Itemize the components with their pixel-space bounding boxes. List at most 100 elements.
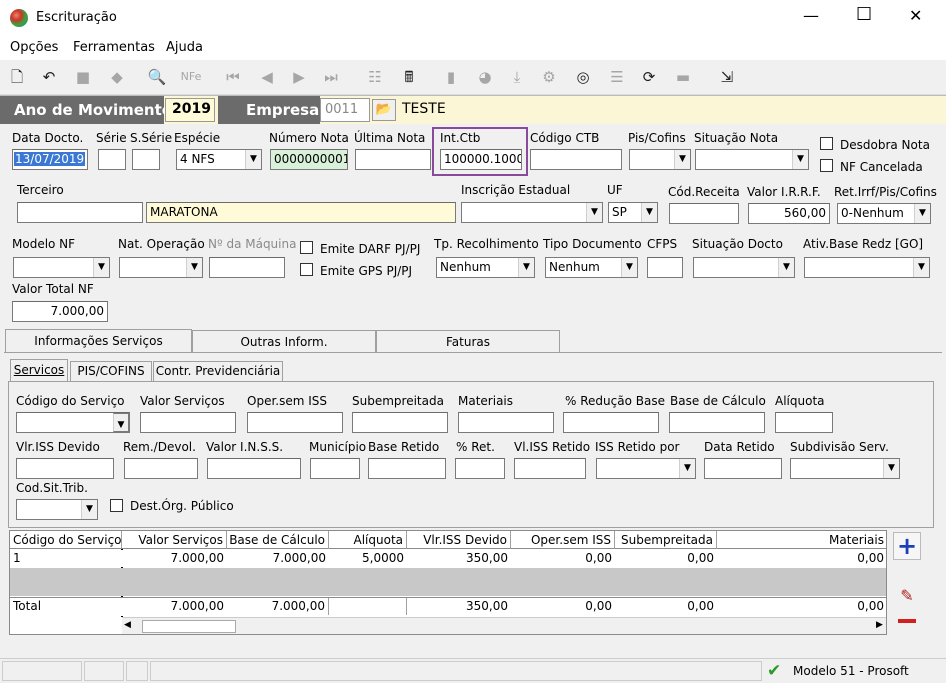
empresa-code-input[interactable]: 0011 <box>320 98 370 122</box>
previous-record-icon[interactable]: ◀ <box>256 66 278 88</box>
base-retido-input[interactable] <box>368 458 446 479</box>
valor-inss-input[interactable] <box>207 458 301 479</box>
maquina-input[interactable] <box>209 257 285 278</box>
codigo-servico-select[interactable]: ▼ <box>16 412 130 433</box>
terceiro-code-input[interactable] <box>17 202 143 223</box>
cfps-input[interactable] <box>647 257 683 278</box>
gear-icon[interactable]: ⚙ <box>538 66 560 88</box>
situacao-docto-select[interactable]: ▼ <box>693 257 795 278</box>
data-docto-input[interactable]: 13/07/2019 <box>12 149 88 170</box>
aliquota-input[interactable] <box>775 412 833 433</box>
edit-row-button[interactable]: ✎ <box>893 584 921 608</box>
valor-servicos-input[interactable] <box>140 412 236 433</box>
preview-icon[interactable]: 🔍 <box>146 66 168 88</box>
list-icon[interactable]: ☰ <box>606 66 628 88</box>
close-button[interactable]: ✕ <box>909 6 922 25</box>
cod-sit-trib-select[interactable]: ▼ <box>16 499 98 520</box>
scroll-right-icon[interactable]: ▶ <box>876 620 883 630</box>
nat-op-select[interactable]: ▼ <box>119 257 203 278</box>
ativ-select[interactable]: ▼ <box>804 257 930 278</box>
table-row[interactable]: 1 7.000,00 7.000,00 5,0000 350,00 0,00 0… <box>10 550 886 567</box>
nfe-icon[interactable]: NFe <box>180 66 202 88</box>
bar-icon[interactable]: ▬ <box>672 66 694 88</box>
situacao-nota-select[interactable]: ▼ <box>695 149 809 170</box>
tab-faturas[interactable]: Faturas <box>376 330 560 353</box>
subempreitada-input[interactable] <box>352 412 448 433</box>
grid-header-aliquota[interactable]: Alíquota <box>329 531 407 549</box>
tipo-documento-select[interactable]: Nenhum ▼ <box>545 257 638 278</box>
last-record-icon[interactable]: ⏭ <box>320 66 342 88</box>
codigo-ctb-input[interactable] <box>530 149 622 170</box>
tree-icon[interactable]: ☷ <box>364 66 386 88</box>
valor-total-input[interactable]: 7.000,00 <box>12 301 108 322</box>
vl-iss-retido-input[interactable] <box>514 458 586 479</box>
data-retido-input[interactable] <box>704 458 782 479</box>
grid-header-vlr-iss-devido[interactable]: Vlr.ISS Devido <box>407 531 511 549</box>
subtab-pis-cofins[interactable]: PIS/COFINS <box>70 361 152 381</box>
menu-opcoes[interactable]: Opções <box>10 40 58 55</box>
ultima-nota-input[interactable] <box>355 149 431 170</box>
new-document-icon[interactable]: 🗋 <box>6 66 28 88</box>
exit-icon[interactable]: ⇲ <box>716 66 738 88</box>
subdivisao-serv-select[interactable]: ▼ <box>790 458 900 479</box>
first-record-icon[interactable]: ⏮ <box>222 66 244 88</box>
tab-informacoes-servicos[interactable]: Informações Serviços <box>5 329 192 353</box>
iss-retido-por-select[interactable]: ▼ <box>596 458 696 479</box>
subtab-contr-previdenciaria[interactable]: Contr. Previdenciária <box>153 361 283 381</box>
emite-gps-checkbox[interactable] <box>300 263 313 276</box>
next-record-icon[interactable]: ▶ <box>288 66 310 88</box>
add-row-button[interactable]: + <box>893 532 921 560</box>
maximize-button[interactable]: ☐ <box>856 4 872 25</box>
materiais-input[interactable] <box>458 412 554 433</box>
vlr-iss-devido-input[interactable] <box>16 458 114 479</box>
pis-cofins-select[interactable]: ▼ <box>629 149 691 170</box>
download-icon[interactable]: ⤓ <box>506 66 528 88</box>
scroll-left-icon[interactable]: ◀ <box>124 620 131 630</box>
terceiro-name-input[interactable]: MARATONA <box>146 202 456 223</box>
chart-icon[interactable]: ◕ <box>474 66 496 88</box>
especie-select[interactable]: 4 NFS ▼ <box>176 149 262 170</box>
numero-nota-input[interactable]: 0000000001 <box>270 149 348 170</box>
valor-irrf-input[interactable]: 560,00 <box>748 203 830 224</box>
serie-input[interactable] <box>98 149 126 170</box>
grid-header-valor-servicos[interactable]: Valor Serviços <box>122 531 227 549</box>
ano-input[interactable]: 2019 <box>165 98 215 122</box>
grid-header-subempreitada[interactable]: Subempreitada <box>615 531 717 549</box>
ie-select[interactable]: ▼ <box>461 202 603 223</box>
ret-select[interactable]: 0-Nenhum ▼ <box>837 203 931 224</box>
tp-recolhimento-select[interactable]: Nenhum ▼ <box>436 257 535 278</box>
calculator-icon[interactable]: 🖩 <box>398 66 420 88</box>
menu-ferramentas[interactable]: Ferramentas <box>73 40 155 55</box>
minimize-button[interactable]: — <box>803 6 819 25</box>
reducao-base-input[interactable] <box>563 412 659 433</box>
cod-receita-input[interactable] <box>669 203 739 224</box>
uf-select[interactable]: SP ▼ <box>608 202 658 223</box>
grid-header-materiais[interactable]: Materiais <box>717 531 886 549</box>
services-grid[interactable]: Código do Serviço Valor Serviços Base de… <box>9 530 887 635</box>
grid-header-codigo[interactable]: Código do Serviço <box>10 531 122 549</box>
stop-icon[interactable]: ■ <box>72 66 94 88</box>
sync-icon[interactable]: ⟳ <box>638 66 660 88</box>
undo-icon[interactable]: ↶ <box>38 66 60 88</box>
modelo-nf-select[interactable]: ▼ <box>13 257 110 278</box>
subtab-servicos[interactable]: Servicos <box>10 359 68 381</box>
grid-header-oper-sem-iss[interactable]: Oper.sem ISS <box>511 531 615 549</box>
gib-icon[interactable]: ◎ <box>572 66 594 88</box>
oper-sem-iss-input[interactable] <box>247 412 343 433</box>
emite-darf-checkbox[interactable] <box>300 241 313 254</box>
delete-icon[interactable]: ◆ <box>106 66 128 88</box>
int-ctb-input[interactable]: 100000.1000 <box>440 149 522 170</box>
grid-header-base-calculo[interactable]: Base de Cálculo <box>227 531 329 549</box>
menu-ajuda[interactable]: Ajuda <box>166 40 203 55</box>
rem-devol-input[interactable] <box>124 458 198 479</box>
base-calculo-input[interactable] <box>669 412 765 433</box>
open-folder-button[interactable]: 📂 <box>372 99 396 121</box>
perc-ret-input[interactable] <box>455 458 505 479</box>
nf-cancelada-checkbox[interactable] <box>820 159 833 172</box>
dest-org-publico-checkbox[interactable] <box>110 499 123 512</box>
folder-icon[interactable]: ▮ <box>440 66 462 88</box>
remove-row-button[interactable] <box>893 610 921 634</box>
scroll-thumb[interactable] <box>142 620 236 633</box>
tab-outras-inform[interactable]: Outras Inform. <box>192 330 376 353</box>
sserie-input[interactable] <box>132 149 160 170</box>
